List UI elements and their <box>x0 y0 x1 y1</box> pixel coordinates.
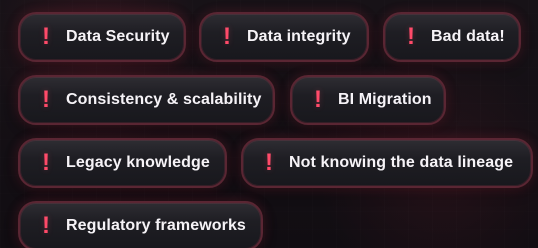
alert-icon: ! <box>42 212 50 239</box>
alert-icon: ! <box>42 149 50 176</box>
alert-icon: ! <box>314 86 322 113</box>
tag-label: Consistency & scalability <box>66 91 262 108</box>
tag-consistency-scalability: ! Consistency & scalability <box>18 75 275 125</box>
tag-label: Regulatory frameworks <box>66 217 246 234</box>
tag-label: Not knowing the data lineage <box>289 154 514 171</box>
tag-label: Data Security <box>66 28 170 45</box>
tag-cloud: ! Data Security ! Data integrity ! Bad d… <box>0 0 538 248</box>
tag-bi-migration: ! BI Migration <box>290 75 446 125</box>
tag-regulatory-frameworks: ! Regulatory frameworks <box>18 201 263 248</box>
tag-data-security: ! Data Security <box>18 12 186 62</box>
tag-label: Legacy knowledge <box>66 154 210 171</box>
tag-data-integrity: ! Data integrity <box>199 12 369 62</box>
tag-legacy-knowledge: ! Legacy knowledge <box>18 138 227 188</box>
alert-icon: ! <box>407 23 415 50</box>
tag-label: BI Migration <box>338 91 432 108</box>
tag-data-lineage: ! Not knowing the data lineage <box>241 138 533 188</box>
alert-icon: ! <box>265 149 273 176</box>
tag-bad-data: ! Bad data! <box>383 12 521 62</box>
alert-icon: ! <box>42 23 50 50</box>
alert-icon: ! <box>223 23 231 50</box>
tag-label: Data integrity <box>247 28 351 45</box>
tag-label: Bad data! <box>431 28 505 45</box>
alert-icon: ! <box>42 86 50 113</box>
